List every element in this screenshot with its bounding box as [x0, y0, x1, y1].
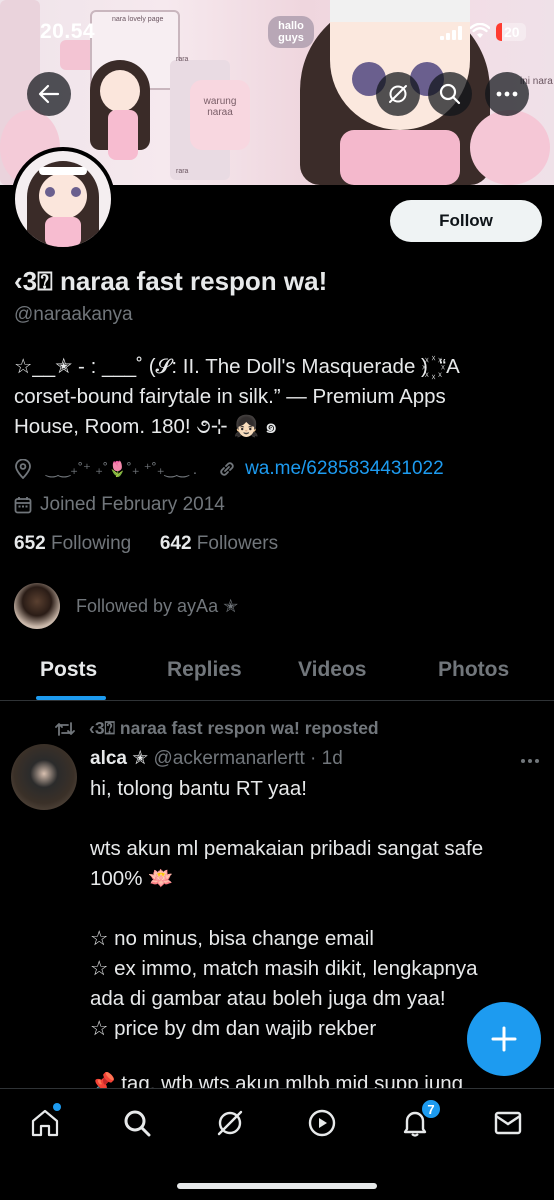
status-time: 20.54 — [40, 20, 96, 43]
search-icon — [439, 83, 461, 105]
location-icon — [15, 459, 31, 479]
banner-text: rara — [176, 168, 189, 175]
compose-button[interactable] — [467, 1002, 541, 1076]
following-count: 652 — [14, 533, 46, 554]
profile-location-row: ‿‿₊˚⁺ ₊˚🌷˚₊ ⁺˚₊‿‿ . wa.me/6285834431022 — [14, 458, 444, 480]
post-line: hi, tolong bantu RT yaa! — [90, 777, 307, 800]
post-author-handle[interactable]: @ackermanarlertt · 1d — [153, 748, 342, 769]
nav-video[interactable] — [306, 1107, 338, 1139]
followed-by-text: Followed by ayAa ✭ — [76, 595, 239, 616]
back-button[interactable] — [27, 72, 71, 116]
banner-text: warung naraa — [203, 96, 237, 118]
profile-tabs: Posts Replies Videos Photos — [0, 648, 554, 701]
tab-videos[interactable]: Videos — [298, 658, 366, 682]
followers-label: Followers — [196, 533, 279, 554]
repost-indicator: ‹3⍰ naraa fast respon wa! reposted — [55, 718, 379, 739]
wifi-icon — [470, 23, 490, 38]
nav-grok[interactable] — [214, 1107, 246, 1139]
arrow-left-icon — [38, 84, 60, 104]
following-label: Following — [50, 533, 132, 554]
post-line: ☆ no minus, bisa change email — [90, 927, 374, 950]
repost-icon — [55, 721, 75, 736]
post-text[interactable]: hi, tolong bantu RT yaa! wts akun ml pem… — [90, 774, 540, 1044]
follow-counts: 652 Following 642 Followers — [14, 533, 278, 555]
profile-joined: Joined February 2014 — [40, 494, 225, 515]
grok-button[interactable] — [376, 72, 420, 116]
post-author-avatar[interactable] — [11, 744, 77, 810]
profile-avatar[interactable] — [11, 147, 115, 251]
active-tab-indicator — [36, 696, 106, 700]
followers-link[interactable]: 642 Followers — [160, 533, 278, 554]
following-link[interactable]: 652 Following — [14, 533, 131, 554]
bio-line: ☆__✭ - : ___˚ (𝓢: II. The Doll's Masquer… — [14, 355, 460, 378]
followed-by-row[interactable]: Followed by ayAa ✭ — [14, 583, 238, 629]
battery-level: 20 — [504, 24, 520, 40]
tab-photos[interactable]: Photos — [438, 658, 509, 682]
post-line: 📌 tag, wtb wts akun mlbb mid supp jung — [90, 1072, 464, 1088]
tab-posts[interactable]: Posts — [40, 658, 97, 682]
profile-location: ‿‿₊˚⁺ ₊˚🌷˚₊ ⁺˚₊‿‿ . — [46, 461, 198, 478]
post-line — [90, 804, 540, 834]
nav-search[interactable] — [121, 1107, 153, 1139]
home-unread-dot — [53, 1103, 61, 1111]
followers-count: 642 — [159, 533, 192, 554]
post-header: alca ✭ @ackermanarlertt · 1d — [90, 747, 343, 770]
follow-button[interactable]: Follow — [390, 200, 542, 242]
status-bar: 20.54 20 — [0, 18, 554, 50]
post-line: ada di gambar atau boleh juga dm yaa! — [90, 987, 446, 1010]
profile-bio: ☆__✭ - : ___˚ (𝓢: II. The Doll's Masquer… — [14, 352, 544, 442]
post-line: wts akun ml pemakaian pribadi sangat saf… — [90, 837, 484, 860]
nav-notifications[interactable]: 7 — [399, 1099, 441, 1139]
profile-handle: @naraakanya — [14, 304, 133, 325]
profile-joined-row: Joined February 2014 — [14, 494, 225, 516]
grok-icon — [389, 85, 407, 103]
post-line: ☆ ex immo, match masih dikit, lengkapnya — [90, 957, 478, 980]
nav-home[interactable] — [29, 1103, 61, 1139]
post-line — [90, 894, 540, 924]
calendar-icon — [14, 497, 32, 514]
follower-avatar — [14, 583, 60, 629]
more-horizontal-icon — [496, 91, 518, 97]
home-icon — [31, 1109, 59, 1137]
bio-line: House, Room. 180! ૭⊹ 👧🏻 ๑ — [14, 415, 278, 438]
nav-messages[interactable] — [492, 1107, 524, 1139]
signal-icon — [440, 26, 462, 40]
profile-name: ‹3⍰ naraa fast respon wa! — [14, 266, 328, 296]
banner-text: rara — [176, 56, 189, 63]
profile-link[interactable]: wa.me/6285834431022 — [245, 458, 444, 480]
post-line: 100% 🪷 — [90, 867, 174, 890]
bio-line: corset-bound fairytale in silk.” — Premi… — [14, 385, 446, 408]
mail-icon — [494, 1111, 522, 1135]
post-author-name[interactable]: alca ✭ — [90, 748, 148, 769]
tab-replies[interactable]: Replies — [167, 658, 242, 682]
notifications-badge: 7 — [421, 1099, 441, 1119]
home-indicator — [177, 1183, 377, 1189]
post-more-button[interactable] — [520, 748, 540, 769]
battery-icon: 20 — [496, 23, 526, 41]
more-button[interactable] — [485, 72, 529, 116]
grok-icon — [217, 1110, 243, 1136]
plus-icon — [491, 1026, 517, 1052]
search-icon — [124, 1110, 151, 1137]
repost-text: ‹3⍰ naraa fast respon wa! reposted — [89, 718, 379, 738]
link-icon — [220, 462, 234, 476]
search-button[interactable] — [428, 72, 472, 116]
play-circle-icon — [308, 1109, 336, 1137]
more-horizontal-icon — [521, 759, 539, 763]
